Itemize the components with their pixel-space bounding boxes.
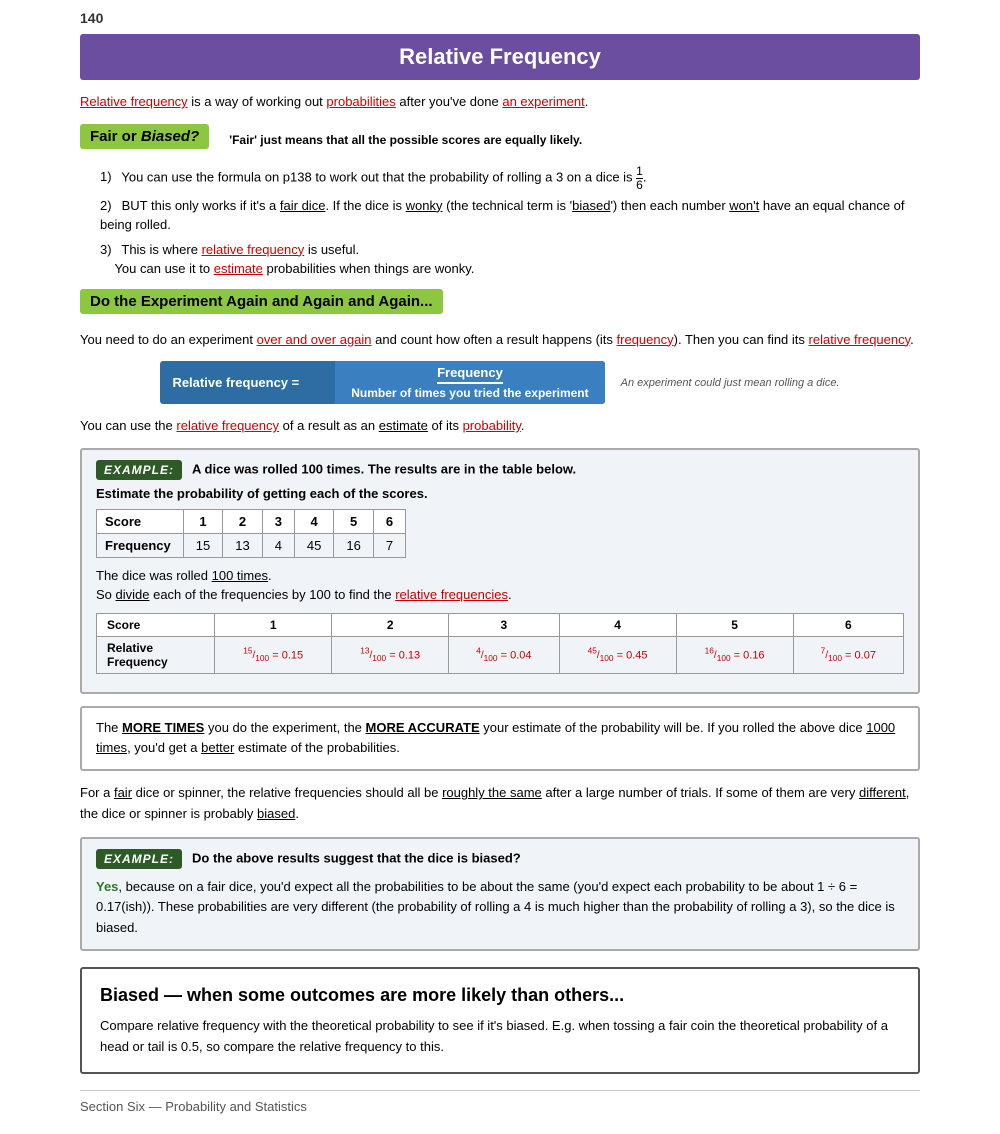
footer: Section Six — Probability and Statistics bbox=[80, 1090, 920, 1114]
table1-header-score: Score bbox=[97, 509, 184, 533]
fair-note: 'Fair' just means that all the possible … bbox=[229, 133, 582, 147]
table1-freq-3: 4 bbox=[262, 533, 294, 557]
bullet-list: 1) You can use the formula on p138 to wo… bbox=[100, 165, 920, 279]
table1-freq-2: 13 bbox=[223, 533, 262, 557]
table1-header-1: 1 bbox=[183, 509, 222, 533]
more-times-box: The MORE TIMES you do the experiment, th… bbox=[80, 706, 920, 772]
table2-rf-label: RelativeFrequency bbox=[97, 636, 215, 673]
bullet-3: 3) This is where relative frequency is u… bbox=[100, 240, 920, 279]
experiment-link[interactable]: an experiment bbox=[502, 94, 584, 109]
formula-box: Relative frequency = Frequency Number of… bbox=[160, 361, 604, 404]
table1-freq-6: 7 bbox=[373, 533, 405, 557]
table1-header-5: 5 bbox=[334, 509, 373, 533]
table2-rf-1: 15/100 = 0.15 bbox=[215, 636, 332, 673]
table2-header-2: 2 bbox=[332, 613, 449, 636]
example-1-title: A dice was rolled 100 times. The results… bbox=[192, 461, 576, 476]
biased-title: Biased — when some outcomes are more lik… bbox=[100, 983, 900, 1008]
formula-label: Relative frequency = bbox=[160, 367, 311, 398]
relative-frequency-link[interactable]: Relative frequency bbox=[80, 94, 188, 109]
bullet-1: 1) You can use the formula on p138 to wo… bbox=[100, 165, 920, 191]
table1-freq-5: 16 bbox=[334, 533, 373, 557]
example-2-title: Do the above results suggest that the di… bbox=[192, 850, 521, 865]
example-2-box: EXAMPLE: Do the above results suggest tha… bbox=[80, 837, 920, 951]
do-experiment-section: Do the Experiment Again and Again and Ag… bbox=[80, 289, 920, 322]
table2-header-4: 4 bbox=[559, 613, 676, 636]
table2-rf-2: 13/100 = 0.13 bbox=[332, 636, 449, 673]
fair-biased-row: Fair or Biased? 'Fair' just means that a… bbox=[80, 124, 920, 157]
example-2-header: EXAMPLE: Do the above results suggest tha… bbox=[96, 849, 904, 869]
table2-header-score: Score bbox=[97, 613, 215, 636]
answer-text: , because on a fair dice, you'd expect a… bbox=[96, 879, 895, 936]
formula-fraction: Frequency Number of times you tried the … bbox=[335, 361, 604, 404]
fair-biased-header: Fair or Biased? bbox=[80, 124, 209, 149]
rolled-text: The dice was rolled 100 times. So divide… bbox=[96, 566, 904, 605]
table2-header-5: 5 bbox=[676, 613, 793, 636]
table1-header-6: 6 bbox=[373, 509, 405, 533]
table2-header-1: 1 bbox=[215, 613, 332, 636]
example-1-table1: Score 1 2 3 4 5 6 Frequency 15 13 4 45 1… bbox=[96, 509, 406, 558]
example-1-header: EXAMPLE: A dice was rolled 100 times. The… bbox=[96, 460, 904, 480]
do-experiment-header: Do the Experiment Again and Again and Ag… bbox=[80, 289, 443, 314]
biased-body: Compare relative frequency with the theo… bbox=[100, 1016, 900, 1058]
table2-rf-3: 4/100 = 0.04 bbox=[449, 636, 559, 673]
bullet-2: 2) BUT this only works if it's a fair di… bbox=[100, 196, 920, 235]
table2-rf-4: 45/100 = 0.45 bbox=[559, 636, 676, 673]
use-text: You can use the relative frequency of a … bbox=[80, 416, 920, 436]
table1-freq-1: 15 bbox=[183, 533, 222, 557]
formula-note: An experiment could just mean rolling a … bbox=[621, 377, 840, 389]
example-1-subtitle: Estimate the probability of getting each… bbox=[96, 486, 904, 501]
table1-freq-4: 45 bbox=[294, 533, 333, 557]
fair-word: Fair bbox=[90, 128, 118, 145]
table1-header-4: 4 bbox=[294, 509, 333, 533]
table1-freq-label: Frequency bbox=[97, 533, 184, 557]
experiment-paragraph: You need to do an experiment over and ov… bbox=[80, 330, 920, 350]
probabilities-link[interactable]: probabilities bbox=[326, 94, 395, 109]
answer-yes: Yes bbox=[96, 879, 118, 894]
table1-header-3: 3 bbox=[262, 509, 294, 533]
formula-numerator: Frequency bbox=[437, 365, 503, 384]
fair-dice-text: For a fair dice or spinner, the relative… bbox=[80, 783, 920, 825]
example-1-label: EXAMPLE: bbox=[96, 460, 182, 480]
table2-header-3: 3 bbox=[449, 613, 559, 636]
table1-header-2: 2 bbox=[223, 509, 262, 533]
page-number: 140 bbox=[80, 10, 920, 26]
example-2-label: EXAMPLE: bbox=[96, 849, 182, 869]
formula-container: Relative frequency = Frequency Number of… bbox=[80, 361, 920, 404]
example-2-answer: Yes, because on a fair dice, you'd expec… bbox=[96, 877, 904, 939]
biased-word: Biased? bbox=[141, 128, 199, 145]
example-1-table2: Score 1 2 3 4 5 6 RelativeFrequency 15/1… bbox=[96, 613, 904, 674]
intro-paragraph: Relative frequency is a way of working o… bbox=[80, 92, 920, 112]
formula-denominator: Number of times you tried the experiment bbox=[351, 386, 588, 400]
table2-header-6: 6 bbox=[793, 613, 903, 636]
biased-section: Biased — when some outcomes are more lik… bbox=[80, 967, 920, 1074]
page-title: Relative Frequency bbox=[80, 34, 920, 80]
example-1-box: EXAMPLE: A dice was rolled 100 times. The… bbox=[80, 448, 920, 694]
table2-rf-5: 16/100 = 0.16 bbox=[676, 636, 793, 673]
table2-rf-6: 7/100 = 0.07 bbox=[793, 636, 903, 673]
